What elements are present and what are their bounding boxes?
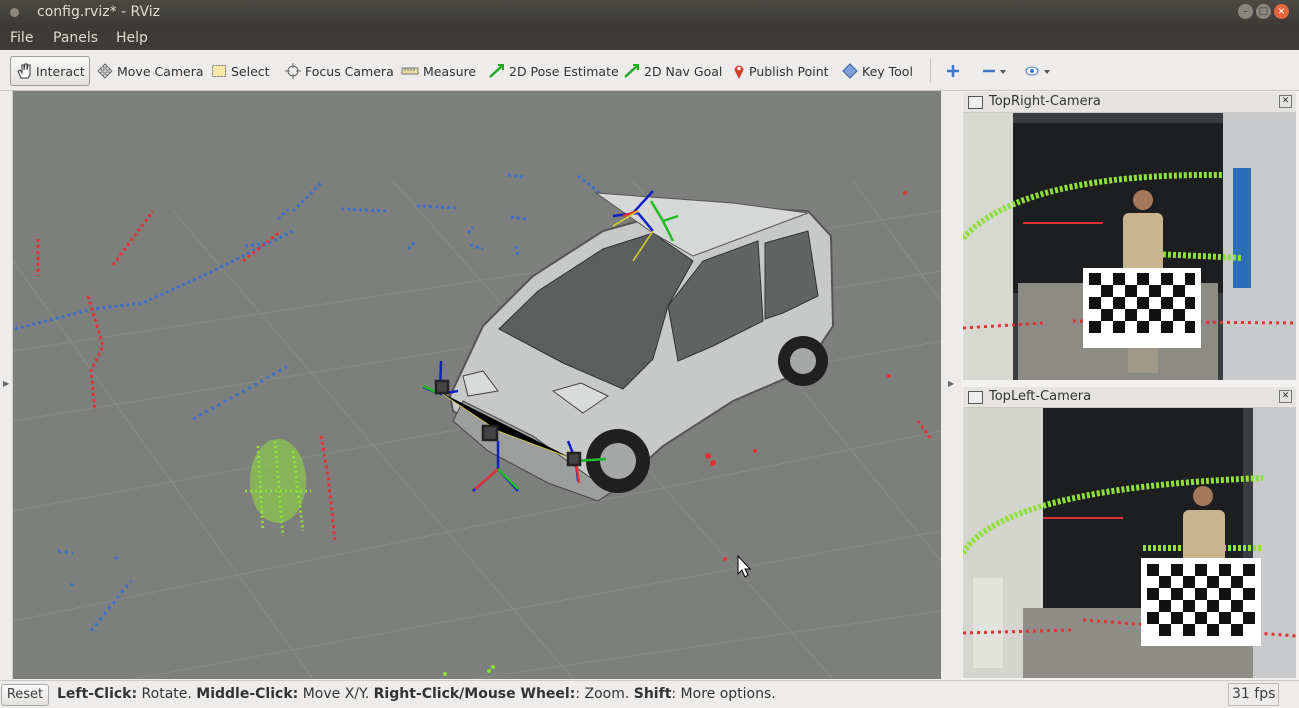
topright-camera-header: TopRight-Camera ✕ xyxy=(963,92,1296,113)
interact-label: Interact xyxy=(36,63,85,79)
window-titlebar: config.rviz* - RViz – □ × xyxy=(0,0,1299,26)
remove-tool-button[interactable] xyxy=(982,56,1006,86)
hint-left-click-key: Left-Click: xyxy=(57,686,138,702)
publish-point-button[interactable]: Publish Point xyxy=(733,56,829,86)
fps-counter: 31 fps xyxy=(1228,683,1279,706)
key-tool-icon xyxy=(842,63,858,79)
collapse-arrow-icon: ▶ xyxy=(948,379,955,388)
hint-middle-click-action: Move X/Y. xyxy=(298,686,374,702)
panel-window-icon xyxy=(968,96,983,109)
map-pin-icon xyxy=(734,64,744,79)
move-camera-label: Move Camera xyxy=(117,63,204,79)
focus-camera-button[interactable]: Focus Camera xyxy=(285,56,394,86)
key-tool-button[interactable]: Key Tool xyxy=(842,56,913,86)
pose-arrow-icon xyxy=(489,64,504,78)
close-panel-icon[interactable]: ✕ xyxy=(1279,390,1292,403)
ruler-icon xyxy=(401,67,419,75)
select-icon xyxy=(212,65,226,77)
menu-file[interactable]: File xyxy=(10,30,33,46)
topleft-camera-scene xyxy=(963,408,1296,678)
add-tool-button[interactable] xyxy=(946,56,960,86)
toolbar: Interact Move Camera Select Focus Camera… xyxy=(0,51,1299,91)
hint-right-click-key: Right-Click/Mouse Wheel: xyxy=(373,686,576,702)
left-dock-toggle[interactable]: ▶ xyxy=(0,91,13,680)
expand-arrow-icon: ▶ xyxy=(3,379,10,388)
hint-shift-key: Shift xyxy=(633,686,672,702)
pose-estimate-button[interactable]: 2D Pose Estimate xyxy=(488,56,619,86)
minimize-icon[interactable]: – xyxy=(1238,4,1253,19)
eye-icon xyxy=(1025,66,1050,76)
hand-icon xyxy=(17,63,31,79)
toolbar-separator xyxy=(930,59,931,83)
tool-visibility-button[interactable] xyxy=(1025,56,1051,86)
focus-camera-icon xyxy=(285,63,301,79)
plus-icon xyxy=(947,65,959,77)
close-panel-icon[interactable]: ✕ xyxy=(1279,95,1292,108)
select-button[interactable]: Select xyxy=(211,56,270,86)
nav-goal-button[interactable]: 2D Nav Goal xyxy=(623,56,722,86)
vehicle-model xyxy=(448,192,835,502)
menu-bar: File Panels Help xyxy=(0,26,1299,50)
scene-svg xyxy=(13,173,941,679)
measure-button[interactable]: Measure xyxy=(401,56,476,86)
mouse-hint-text: Left-Click: Rotate. Middle-Click: Move X… xyxy=(57,686,776,702)
menu-help[interactable]: Help xyxy=(116,30,148,46)
nav-goal-label: 2D Nav Goal xyxy=(644,63,723,79)
reset-button[interactable]: Reset xyxy=(1,684,49,706)
move-camera-button[interactable]: Move Camera xyxy=(97,56,204,86)
hint-middle-click-key: Middle-Click: xyxy=(196,686,299,702)
pose-estimate-label: 2D Pose Estimate xyxy=(509,63,619,79)
right-dock-toggle[interactable]: ▶ xyxy=(941,91,962,680)
topleft-camera-header: TopLeft-Camera ✕ xyxy=(963,387,1296,408)
select-label: Select xyxy=(231,63,270,79)
move-camera-icon xyxy=(97,63,113,79)
topleft-camera-title: TopLeft-Camera xyxy=(989,389,1092,404)
publish-point-label: Publish Point xyxy=(749,63,829,79)
focus-camera-label: Focus Camera xyxy=(305,63,394,79)
maximize-icon[interactable]: □ xyxy=(1256,4,1271,19)
topright-camera-title: TopRight-Camera xyxy=(989,94,1101,109)
hint-right-click-action: : Zoom. xyxy=(575,686,634,702)
window-title: config.rviz* - RViz xyxy=(37,4,160,20)
window-menu-icon[interactable] xyxy=(10,8,19,17)
menu-panels[interactable]: Panels xyxy=(53,30,98,46)
topright-camera-scene xyxy=(963,113,1296,380)
status-bar: Reset Left-Click: Rotate. Middle-Click: … xyxy=(0,680,1299,708)
topleft-camera-image xyxy=(963,408,1296,678)
checkerboard xyxy=(1141,558,1261,646)
nav-goal-arrow-icon xyxy=(624,64,639,78)
measure-label: Measure xyxy=(423,63,477,79)
person-point-cloud xyxy=(245,439,495,676)
checkerboard xyxy=(1083,268,1201,348)
hint-left-click-action: Rotate. xyxy=(137,686,197,702)
topright-camera-image xyxy=(963,113,1296,380)
panel-window-icon xyxy=(968,391,983,404)
window-controls: – □ × xyxy=(1238,4,1289,19)
key-tool-label: Key Tool xyxy=(862,63,913,79)
interact-button[interactable]: Interact xyxy=(10,56,90,86)
hint-shift-action: : More options. xyxy=(671,686,776,702)
minus-icon xyxy=(983,69,1006,74)
close-icon[interactable]: × xyxy=(1274,4,1289,19)
render-3d-viewport[interactable] xyxy=(13,91,941,679)
